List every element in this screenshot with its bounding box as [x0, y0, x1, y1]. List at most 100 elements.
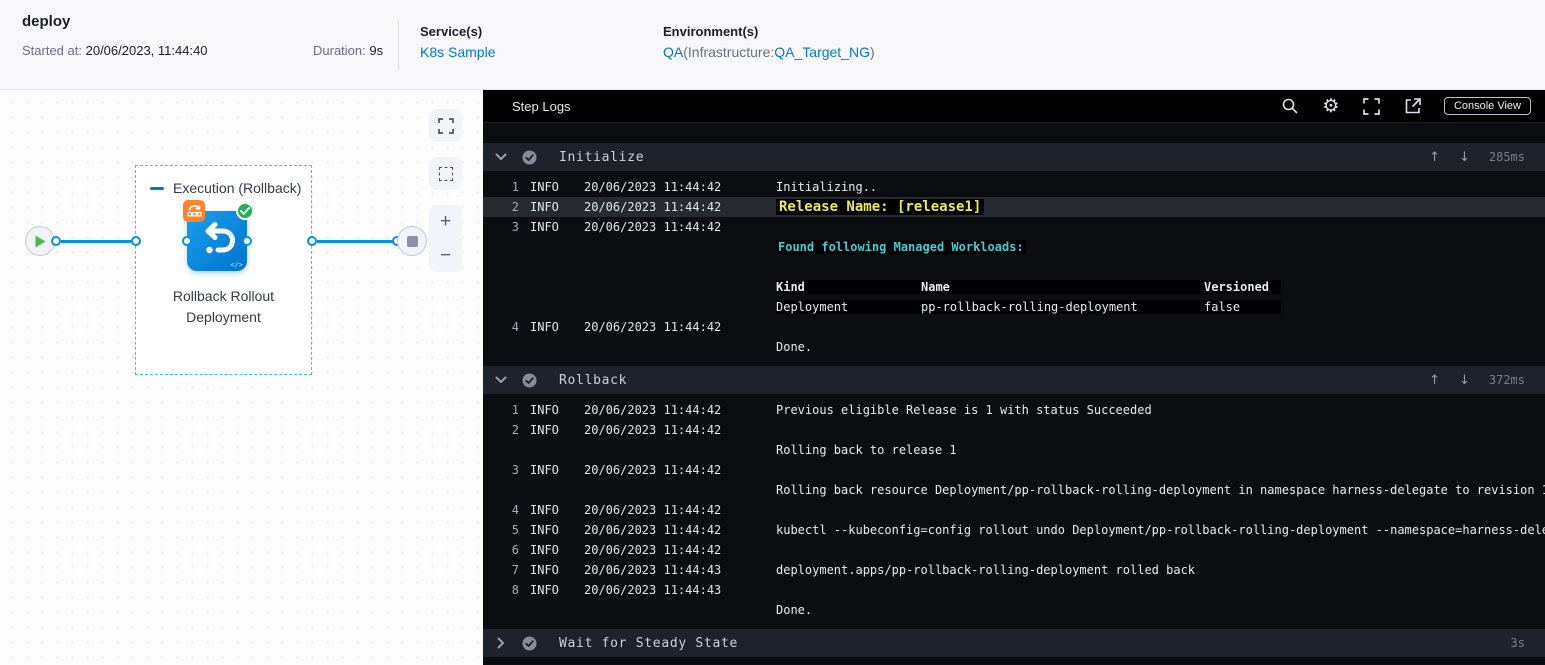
environment-link[interactable]: QA	[663, 44, 683, 60]
environments-block: Environment(s) QA(Infrastructure:QA_Targ…	[663, 24, 875, 60]
line-timestamp: 20/06/2023 11:44:42	[584, 543, 722, 557]
connector-stage-right[interactable]	[307, 236, 317, 246]
line-level: INFO	[530, 503, 559, 517]
canvas-fullscreen-button[interactable]	[429, 109, 462, 142]
service-link[interactable]: K8s Sample	[420, 44, 495, 60]
log-line: Rolling back resource Deployment/pp-roll…	[483, 480, 1545, 500]
rollback-step-node[interactable]: </>	[183, 200, 254, 271]
infrastructure-link[interactable]: QA_Target_NG	[774, 44, 870, 60]
canvas-zoom-controls: + −	[429, 205, 462, 272]
pipeline-canvas[interactable]: Execution (Rollback) </> Rollback Rollou…	[0, 90, 483, 665]
line-message: Rolling back to release 1	[776, 443, 957, 457]
step-node-label: Rollback Rollout Deployment	[172, 288, 275, 325]
chevron-down-icon[interactable]	[495, 376, 507, 384]
end-node[interactable]	[397, 226, 427, 256]
line-number: 5	[511, 523, 519, 537]
line-level: INFO	[530, 220, 559, 234]
log-section: Rollback ↑ ↓ 372ms 1 INFO 20/06/2023 11:44:42 P…	[483, 366, 1545, 624]
line-timestamp: 20/06/2023 11:44:43	[584, 563, 722, 577]
execution-header: deploy Started at: 20/06/2023, 11:44:40 …	[0, 0, 1545, 90]
line-level: INFO	[530, 583, 559, 597]
connector-start[interactable]	[51, 236, 61, 246]
chevron-down-icon[interactable]	[495, 153, 507, 161]
scroll-bottom-icon[interactable]: ↓	[1459, 373, 1470, 388]
workloads-table-header: Kind Name Versioned	[776, 280, 1281, 294]
step-logs-topbar: Step Logs ⚙ Console View	[483, 90, 1545, 123]
line-level: INFO	[530, 423, 559, 437]
expand-icon[interactable]	[1362, 96, 1382, 116]
log-line: 3 INFO 20/06/2023 11:44:42	[483, 460, 1545, 480]
console-view-button[interactable]: Console View	[1443, 97, 1531, 115]
connector-stage-left[interactable]	[131, 236, 141, 246]
play-icon	[35, 235, 46, 247]
zoom-out-button[interactable]: −	[440, 246, 451, 265]
started-at-value: 20/06/2023, 11:44:40	[85, 43, 208, 58]
log-section-header[interactable]: Wait for Steady State 3s	[483, 629, 1545, 657]
environments-label: Environment(s)	[663, 24, 759, 39]
log-section-header[interactable]: Rollback ↑ ↓ 372ms	[483, 366, 1545, 394]
line-timestamp: 20/06/2023 11:44:43	[584, 583, 722, 597]
stage-label: Execution (Rollback)	[173, 180, 302, 196]
stage-dash-icon	[150, 186, 164, 190]
section-title: Wait for Steady State	[559, 635, 739, 651]
step-success-icon	[236, 202, 254, 220]
section-success-icon	[522, 150, 537, 165]
infrastructure-label: (Infrastructure:	[683, 44, 775, 60]
search-icon[interactable]	[1280, 96, 1300, 116]
section-duration: 3s	[1510, 636, 1525, 650]
line-message: Initializing..	[776, 180, 878, 194]
started-at: Started at: 20/06/2023, 11:44:40	[22, 43, 208, 58]
step-logs-title: Step Logs	[512, 98, 571, 114]
scroll-top-icon[interactable]: ↑	[1429, 373, 1440, 388]
log-section: Wait for Steady State 3s	[483, 629, 1545, 657]
line-timestamp: 20/06/2023 11:44:42	[584, 200, 722, 214]
log-line: 1 INFO 20/06/2023 11:44:42 Previous eligibl…	[483, 400, 1545, 420]
line-number: 3	[511, 220, 519, 234]
line-number: 3	[511, 463, 519, 477]
section-duration: 372ms	[1488, 373, 1525, 387]
connector-step-left[interactable]	[182, 236, 192, 246]
step-logs-panel: Step Logs ⚙ Console View Initialize ↑ ↓ 285…	[483, 90, 1545, 665]
line-message: Deployment pp-rollback-rolling-deployment…	[776, 300, 1545, 314]
section-duration: 285ms	[1488, 150, 1525, 164]
log-line: Found following Managed Workloads:	[483, 237, 1545, 257]
line-timestamp: 20/06/2023 11:44:42	[584, 220, 722, 234]
log-sections: Initialize ↑ ↓ 285ms 1 INFO 20/06/2023 11:44:4…	[483, 123, 1545, 657]
log-line: 6 INFO 20/06/2023 11:44:42	[483, 540, 1545, 560]
log-line: Kind Name Versioned	[483, 277, 1545, 297]
chevron-right-icon[interactable]	[495, 637, 507, 649]
section-success-icon	[522, 373, 537, 388]
scroll-bottom-icon[interactable]: ↓	[1459, 150, 1470, 165]
edge-stage-to-end	[317, 240, 393, 243]
line-number: 1	[511, 180, 519, 194]
line-level: INFO	[530, 463, 559, 477]
section-lines: 1 INFO 20/06/2023 11:44:42 Initializing.. 2 I…	[483, 171, 1545, 361]
line-message: Done.	[776, 603, 813, 617]
line-number: 1	[511, 403, 519, 417]
log-line: 1 INFO 20/06/2023 11:44:42 Initializing..	[483, 177, 1545, 197]
line-timestamp: 20/06/2023 11:44:42	[584, 463, 722, 477]
connector-step-right[interactable]	[242, 236, 252, 246]
log-line: Done.	[483, 600, 1545, 620]
fullscreen-icon	[437, 117, 454, 134]
zoom-in-button[interactable]: +	[440, 212, 451, 231]
marquee-icon	[438, 166, 453, 181]
line-message: Previous eligible Release is 1 with stat…	[776, 403, 1152, 417]
canvas-select-button[interactable]	[429, 157, 462, 190]
line-message: Kind Name Versioned	[776, 280, 1545, 294]
settings-gear-icon[interactable]: ⚙	[1321, 96, 1341, 116]
line-timestamp: 20/06/2023 11:44:42	[584, 503, 722, 517]
log-section-header[interactable]: Initialize ↑ ↓ 285ms	[483, 143, 1545, 171]
workloads-table-row: Deployment pp-rollback-rolling-deployment…	[776, 300, 1281, 314]
line-level: INFO	[530, 543, 559, 557]
open-in-new-icon[interactable]	[1403, 96, 1423, 116]
section-success-icon	[522, 636, 537, 651]
scroll-top-icon[interactable]: ↑	[1429, 150, 1440, 165]
line-number: 2	[511, 423, 519, 437]
env-paren: )	[869, 44, 875, 60]
duration-value: 9s	[369, 43, 384, 58]
edge-start-to-stage	[61, 240, 136, 243]
line-number: 2	[511, 200, 519, 214]
line-level: INFO	[530, 180, 559, 194]
